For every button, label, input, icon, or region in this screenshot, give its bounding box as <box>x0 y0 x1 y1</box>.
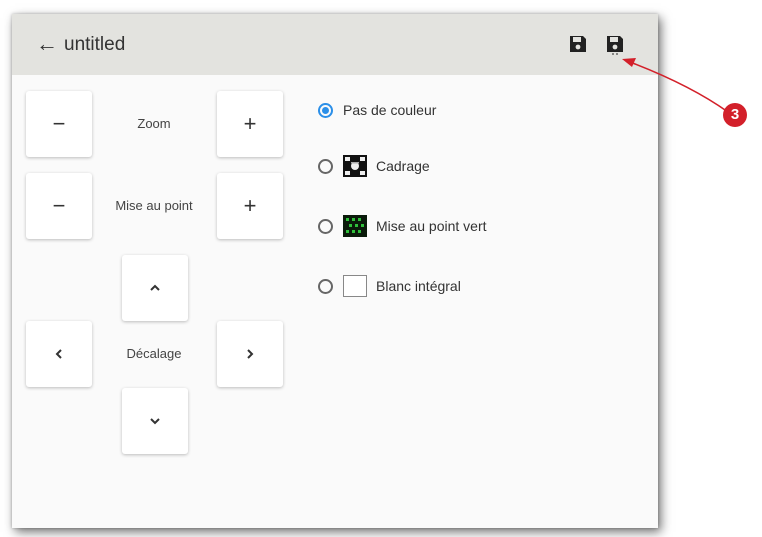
white-swatch-icon <box>343 275 367 297</box>
zoom-out-button[interactable]: − <box>26 91 92 157</box>
floppy-disk-icon[interactable] <box>606 35 624 55</box>
offset-label: Décalage <box>126 346 182 361</box>
chevron-right-icon <box>247 349 254 359</box>
option-label: Cadrage <box>376 158 430 174</box>
offset-down-button[interactable] <box>122 388 188 454</box>
focus-plus-button[interactable]: + <box>217 173 283 239</box>
minus-icon: − <box>52 111 66 136</box>
option-label: Blanc intégral <box>376 278 461 294</box>
radio-button[interactable] <box>318 158 333 174</box>
offset-up-button[interactable] <box>122 255 188 321</box>
color-option-focus-green[interactable]: Mise au point vert <box>318 211 487 241</box>
arrow-left-icon[interactable]: ← <box>36 31 58 57</box>
page-title: untitled <box>64 34 126 55</box>
focus-minus-button[interactable]: − <box>26 173 92 239</box>
chevron-left-icon <box>55 349 62 359</box>
radio-button[interactable] <box>318 218 333 234</box>
app-header: ← untitled <box>12 14 658 75</box>
color-option-none[interactable]: Pas de couleur <box>318 95 436 125</box>
framing-pattern-icon <box>343 155 367 177</box>
floppy-disk-icon[interactable] <box>569 35 587 53</box>
color-option-full-white[interactable]: Blanc intégral <box>318 271 461 301</box>
chevron-up-icon <box>150 284 160 291</box>
plus-icon: + <box>243 111 257 136</box>
chevron-down-icon <box>150 418 160 425</box>
zoom-label: Zoom <box>137 116 171 131</box>
offset-left-button[interactable] <box>26 321 92 387</box>
option-label: Mise au point vert <box>376 218 487 234</box>
radio-button[interactable] <box>318 278 333 294</box>
radio-button[interactable] <box>318 102 333 118</box>
option-label: Pas de couleur <box>343 102 437 118</box>
color-option-framing[interactable]: Cadrage <box>318 151 430 181</box>
minus-icon: − <box>52 193 66 218</box>
plus-icon: + <box>243 193 257 218</box>
zoom-in-button[interactable]: + <box>217 91 283 157</box>
green-focus-pattern-icon <box>343 215 367 237</box>
annotation-marker: 3 <box>723 103 747 127</box>
offset-right-button[interactable] <box>217 321 283 387</box>
focus-label: Mise au point <box>115 198 193 213</box>
